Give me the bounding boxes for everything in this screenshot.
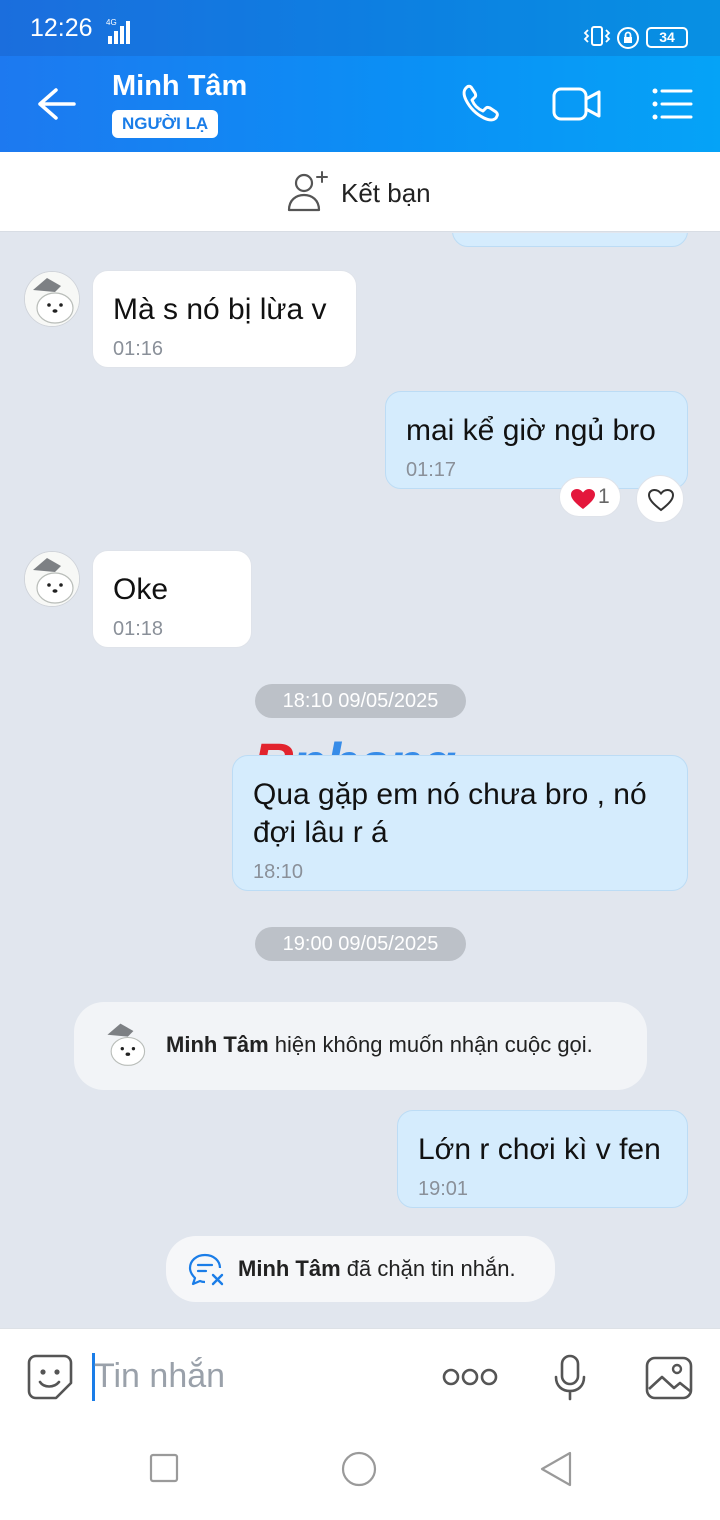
notice-text: hiện không muốn nhận cuộc gọi. [268,1032,593,1057]
message-text: Qua gặp em nó chưa bro , nó đợi lâu r á [253,778,647,849]
contact-name[interactable]: Minh Tâm [112,70,247,103]
status-bar: 12:26 4G 34 [0,0,720,56]
emoji-sticker-icon[interactable] [26,1353,74,1401]
vibrate-icon [583,26,611,46]
avatar[interactable] [24,551,80,607]
heart-outline-icon [647,488,675,512]
home-circle-icon[interactable] [340,1450,378,1488]
message-text: Lớn r chơi kì v fen [418,1133,661,1166]
heart-reaction-icon [571,489,595,509]
message-bubble-partial [452,233,688,247]
rotation-lock-icon [617,27,639,49]
date-separator: 19:00 09/05/2025 [255,927,466,961]
message-time: 18:10 [253,861,304,883]
back-arrow-icon[interactable] [34,84,78,124]
message-composer: Tin nhắn [0,1328,720,1428]
back-triangle-icon[interactable] [538,1450,574,1488]
message-time: 01:17 [406,459,457,481]
bear-avatar-icon [25,552,79,606]
react-button[interactable] [636,475,684,523]
reaction-count: 1 [598,485,610,508]
message-text: mai kể giờ ngủ bro [406,414,656,447]
avatar[interactable] [24,271,80,327]
image-gallery-icon[interactable] [644,1355,694,1401]
message-time: 01:16 [113,338,164,360]
message-bubble-outgoing[interactable]: Lớn r chơi kì v fen 19:01 [397,1110,688,1208]
notice-name: Minh Tâm [166,1032,269,1057]
notice-text: đã chặn tin nhắn. [340,1256,516,1281]
phone-call-icon[interactable] [458,82,504,126]
message-input[interactable]: Tin nhắn [94,1357,225,1396]
notice-name: Minh Tâm [238,1256,341,1281]
system-nav-bar [0,1428,720,1520]
signal-icon: 4G [106,18,130,44]
network-type: 4G [106,18,117,27]
app-header: 12:26 4G 34 Minh Tâm NGƯỜI LẠ [0,0,720,152]
bear-avatar-icon [107,1023,146,1066]
message-bubble-outgoing[interactable]: mai kể giờ ngủ bro 01:17 [385,391,688,489]
battery-indicator: 34 [646,27,688,48]
reaction-summary[interactable]: 1 [559,477,621,517]
recents-square-icon[interactable] [148,1452,180,1484]
date-separator: 18:10 09/05/2025 [255,684,466,718]
message-time: 19:01 [418,1178,469,1200]
more-options-icon[interactable] [442,1367,498,1387]
stranger-badge: NGƯỜI LẠ [112,110,219,138]
add-friend-icon [287,171,328,212]
call-notice: Minh Tâm hiện không muốn nhận cuộc gọi. [74,1002,647,1090]
message-bubble-incoming[interactable]: Oke 01:18 [92,550,252,648]
message-text: Oke [113,573,169,606]
chat-blocked-icon [188,1253,224,1286]
bear-avatar-icon [25,272,79,326]
microphone-icon[interactable] [552,1353,588,1403]
message-time: 01:18 [113,618,164,640]
menu-list-icon[interactable] [650,82,694,126]
message-bubble-incoming[interactable]: Mà s nó bị lừa v 01:16 [92,270,357,368]
add-friend-bar[interactable]: Kết bạn [0,152,720,232]
message-bubble-outgoing[interactable]: Qua gặp em nó chưa bro , nó đợi lâu r á … [232,755,688,891]
blocked-notice: Minh Tâm đã chặn tin nhắn. [166,1236,555,1302]
video-call-icon[interactable] [551,82,603,126]
status-time: 12:26 [30,14,93,42]
message-list[interactable]: Mà s nó bị lừa v 01:16 mai kể giờ ngủ br… [0,233,720,1328]
avatar [100,1018,152,1070]
message-text: Mà s nó bị lừa v [113,293,327,326]
add-friend-label: Kết bạn [341,178,431,208]
